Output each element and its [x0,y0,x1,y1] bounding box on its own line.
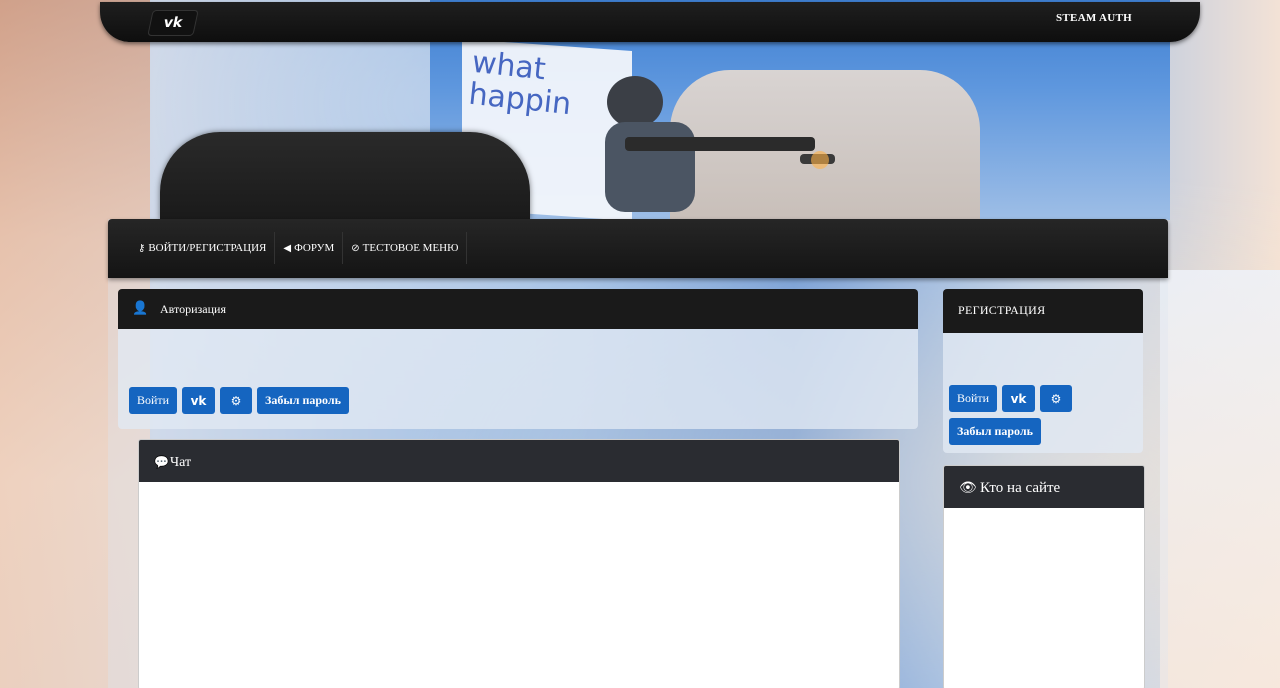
comment-icon: 💬 [154,455,169,469]
chat-panel-header: 💬 Чат [139,440,899,482]
background-wall-right [1160,270,1280,688]
eye-icon: 👁 [959,480,977,496]
forgot-password-button[interactable]: Забыл пароль [257,387,349,414]
register-forgot-password-button[interactable]: Забыл пароль [949,418,1041,445]
steam-icon: ⚙ [230,393,242,408]
auth-panel-header: 👤 Авторизация [118,289,918,329]
nav-item-test-menu[interactable]: ⊘ ТЕСТОВОЕ МЕНЮ [343,232,468,264]
chat-panel-title: Чат [170,455,192,470]
user-icon: 👤 [132,301,149,316]
nav-item-label: ФОРУМ [294,242,335,254]
vk-icon: vk [1010,391,1027,406]
ban-icon: ⊘ [351,242,360,254]
auth-panel-body [118,329,918,429]
auth-panel-title: Авторизация [160,302,226,316]
register-vk-button[interactable]: vk [1002,385,1035,412]
soldier-illustration [605,76,835,212]
megaphone-icon: ◀ [283,242,292,254]
online-panel-header: 👁 Кто на сайте [944,466,1144,508]
steam-icon: ⚙ [1050,391,1062,406]
top-bar [100,2,1200,42]
register-panel-header: РЕГИСТРАЦИЯ [943,289,1143,333]
login-button[interactable]: Войти [129,387,177,414]
register-panel-title: РЕГИСТРАЦИЯ [958,303,1046,317]
online-panel-title: Кто на сайте [980,480,1061,496]
chat-panel: 💬 Чат [138,439,900,688]
steam-auth-link[interactable]: STEAM AUTH [1056,12,1132,24]
nav-item-label: ТЕСТОВОЕ МЕНЮ [362,242,459,254]
nav-menu: ⚷ ВОЙТИ/РЕГИСТРАЦИЯ ◀ ФОРУМ ⊘ ТЕСТОВОЕ М… [130,232,468,264]
register-steam-button[interactable]: ⚙ [1040,385,1072,412]
steam-login-button[interactable]: ⚙ [220,387,252,414]
nav-item-forum[interactable]: ◀ ФОРУМ [275,232,344,264]
nav-item-login[interactable]: ⚷ ВОЙТИ/РЕГИСТРАЦИЯ [130,232,276,264]
nav-item-label: ВОЙТИ/РЕГИСТРАЦИЯ [148,242,267,254]
header-logo-tab [160,132,530,220]
register-login-button[interactable]: Войти [949,385,997,412]
vk-icon: vk [190,393,207,408]
online-panel: 👁 Кто на сайте [943,465,1145,688]
vk-icon[interactable]: vk [147,10,199,36]
vk-login-button[interactable]: vk [182,387,215,414]
key-icon: ⚷ [138,242,146,254]
